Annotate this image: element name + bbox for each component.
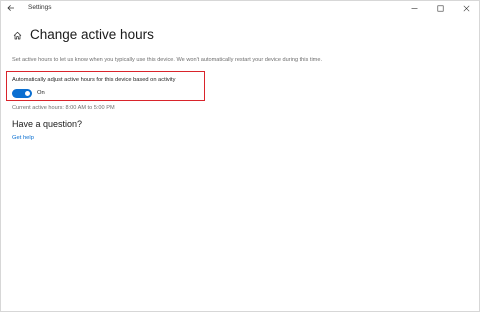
title-bar: Settings <box>1 1 479 15</box>
settings-window: Settings Change active hours Set active … <box>0 0 480 312</box>
toggle-state-label: On <box>37 90 45 96</box>
auto-adjust-toggle[interactable] <box>12 88 32 98</box>
minimize-icon <box>411 7 417 9</box>
page-title: Change active hours <box>30 27 154 42</box>
maximize-button[interactable] <box>427 1 453 15</box>
close-button[interactable] <box>453 1 479 15</box>
toggle-knob <box>25 90 30 96</box>
auto-adjust-setting-label: Automatically adjust active hours for th… <box>12 77 176 83</box>
page-header: Change active hours <box>12 25 154 45</box>
close-icon <box>463 5 469 11</box>
app-title: Settings <box>28 4 52 11</box>
window-controls <box>401 1 479 15</box>
back-button[interactable] <box>5 2 17 14</box>
auto-adjust-toggle-row: On <box>12 88 45 98</box>
maximize-icon <box>437 5 444 12</box>
minimize-button[interactable] <box>401 1 427 15</box>
home-button[interactable] <box>12 30 22 40</box>
page-description: Set active hours to let us know when you… <box>12 57 323 63</box>
current-active-hours: Current active hours: 8:00 AM to 5:00 PM <box>12 105 115 111</box>
home-icon <box>13 31 21 39</box>
help-section-heading: Have a question? <box>12 119 83 129</box>
get-help-link[interactable]: Get help <box>12 134 34 142</box>
back-arrow-icon <box>7 5 14 11</box>
